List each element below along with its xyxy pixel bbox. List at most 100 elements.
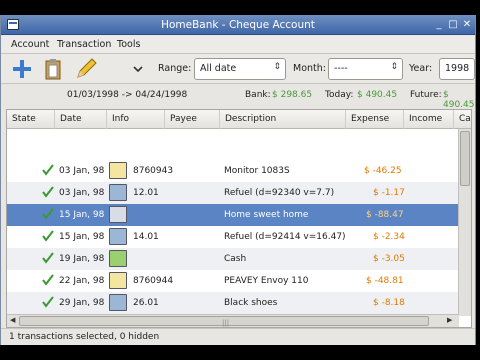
checkmark-icon bbox=[42, 208, 54, 220]
row-info: 26.01 bbox=[133, 298, 159, 308]
row-description: Home sweet home bbox=[224, 210, 309, 220]
window-title: HomeBank - Cheque Account bbox=[161, 19, 315, 31]
cash-icon bbox=[109, 250, 127, 267]
cheque-icon bbox=[109, 162, 127, 179]
row-description: Refuel (d=92340 v=7.7) bbox=[224, 188, 335, 198]
table-row[interactable]: 03 Jan, 98 8760943 Monitor 1083S $ -46.2… bbox=[7, 160, 471, 182]
table-row[interactable]: 03 Jan, 98 12.01 Refuel (d=92340 v=7.7) … bbox=[7, 182, 471, 204]
card-icon bbox=[109, 228, 127, 245]
month-value: ---- bbox=[334, 63, 348, 74]
row-info: 8760943 bbox=[133, 166, 174, 176]
today-value: $ 490.45 bbox=[357, 90, 398, 100]
menu-tools[interactable]: Tools bbox=[117, 39, 140, 50]
year-value: 1998 bbox=[445, 63, 470, 74]
title-bar[interactable]: HomeBank - Cheque Account _ □ ✕ bbox=[1, 15, 475, 35]
range-label: Range: bbox=[158, 63, 192, 74]
row-info: 14.01 bbox=[133, 232, 159, 242]
row-description: Monitor 1083S bbox=[224, 166, 290, 176]
month-label: Month: bbox=[293, 63, 326, 74]
table-row[interactable]: 29 Jan, 98 26.01 Black shoes $ -8.18 Cl bbox=[7, 292, 469, 314]
column-state[interactable]: State bbox=[7, 110, 55, 129]
row-description: Black shoes bbox=[224, 298, 278, 308]
clipboard-icon[interactable] bbox=[41, 57, 67, 81]
scroll-left-icon[interactable]: ◀ bbox=[10, 316, 15, 324]
spin-arrows-icon: ⇕ bbox=[273, 62, 281, 72]
spin-arrows-icon: ⇕ bbox=[390, 62, 398, 72]
row-date: 29 Jan, 98 bbox=[59, 298, 105, 308]
pencil-icon[interactable] bbox=[73, 57, 99, 81]
card-icon bbox=[109, 294, 127, 311]
horizontal-scroll-thumb[interactable]: ||| bbox=[19, 316, 429, 327]
summary-bar: 01/03/1998 -> 04/24/1998 Bank: $ 298.65 … bbox=[1, 85, 475, 110]
checkmark-icon bbox=[42, 186, 54, 198]
vertical-scrollbar[interactable] bbox=[458, 129, 471, 316]
row-date: 15 Jan, 98 bbox=[59, 210, 105, 220]
future-label: Future: bbox=[410, 90, 442, 100]
column-category[interactable]: Ca bbox=[454, 110, 471, 129]
checkmark-icon bbox=[42, 252, 54, 264]
cheque-icon bbox=[109, 272, 127, 289]
row-info: 8760944 bbox=[133, 276, 174, 286]
year-label: Year: bbox=[409, 63, 433, 74]
column-payee[interactable]: Payee bbox=[165, 110, 220, 129]
row-date: 15 Jan, 98 bbox=[59, 232, 105, 242]
row-expense: $ -2.34 bbox=[373, 232, 405, 242]
close-icon[interactable]: ✕ bbox=[461, 19, 473, 31]
transfer-icon bbox=[109, 206, 127, 223]
today-label: Today: bbox=[325, 90, 354, 100]
checkmark-icon bbox=[42, 164, 54, 176]
checkmark-icon bbox=[42, 274, 54, 286]
checkmark-icon bbox=[42, 296, 54, 308]
column-description[interactable]: Description bbox=[220, 110, 346, 129]
row-expense: $ -48.81 bbox=[366, 276, 404, 286]
chevron-down-icon[interactable] bbox=[125, 57, 151, 81]
table-row[interactable]: 19 Jan, 98 Cash $ -3.05 Ca bbox=[7, 248, 471, 270]
table-row[interactable]: 15 Jan, 98 14.01 Refuel (d=92414 v=16.47… bbox=[7, 226, 471, 248]
minimize-icon[interactable]: _ bbox=[433, 19, 445, 31]
column-header: State Date Info Payee Description Expens… bbox=[7, 110, 471, 129]
row-date: 22 Jan, 98 bbox=[59, 276, 105, 286]
scroll-right-icon[interactable]: ▶ bbox=[447, 316, 452, 324]
vertical-scroll-thumb[interactable] bbox=[460, 131, 470, 186]
row-expense: $ -8.18 bbox=[373, 298, 405, 308]
transaction-list[interactable]: State Date Info Payee Description Expens… bbox=[6, 109, 472, 328]
maximize-icon[interactable]: □ bbox=[447, 19, 459, 31]
range-select[interactable]: All date ⇕ bbox=[194, 58, 286, 80]
row-description: PEAVEY Envoy 110 bbox=[224, 276, 309, 286]
bank-value: $ 298.65 bbox=[272, 90, 313, 100]
row-expense: $ -3.05 bbox=[373, 254, 405, 264]
column-date[interactable]: Date bbox=[55, 110, 107, 129]
row-description: Refuel (d=92414 v=16.47) bbox=[224, 232, 346, 242]
row-expense: $ -1.17 bbox=[373, 188, 405, 198]
column-expense[interactable]: Expense bbox=[346, 110, 404, 129]
year-spinner[interactable]: 1998 bbox=[439, 58, 475, 80]
menu-transaction[interactable]: Transaction bbox=[57, 39, 111, 50]
toolbar: Range: All date ⇕ Month: ---- ⇕ Year: 19… bbox=[1, 54, 475, 84]
card-icon bbox=[109, 184, 127, 201]
bank-label: Bank: bbox=[245, 90, 271, 100]
row-description: Cash bbox=[224, 254, 247, 264]
add-icon[interactable] bbox=[9, 57, 35, 81]
menu-bar: Account Transaction Tools bbox=[1, 36, 475, 54]
column-income[interactable]: Income bbox=[404, 110, 454, 129]
row-date: 03 Jan, 98 bbox=[59, 188, 105, 198]
row-date: 03 Jan, 98 bbox=[59, 166, 105, 176]
month-select[interactable]: ---- ⇕ bbox=[328, 58, 403, 80]
menu-account[interactable]: Account bbox=[11, 39, 49, 50]
status-text: 1 transactions selected, 0 hidden bbox=[9, 332, 160, 342]
future-value: $ 490.45 bbox=[443, 90, 475, 110]
main-window: HomeBank - Cheque Account _ □ ✕ Account … bbox=[0, 15, 476, 345]
date-range: 01/03/1998 -> 04/24/1998 bbox=[67, 90, 188, 100]
range-value: All date bbox=[200, 63, 237, 74]
table-row[interactable]: 22 Jan, 98 8760944 PEAVEY Envoy 110 $ -4… bbox=[7, 270, 471, 292]
checkmark-icon bbox=[42, 230, 54, 242]
row-expense: $ -46.25 bbox=[364, 166, 402, 176]
status-bar: 1 transactions selected, 0 hidden bbox=[1, 328, 475, 345]
column-info[interactable]: Info bbox=[107, 110, 165, 129]
row-date: 19 Jan, 98 bbox=[59, 254, 105, 264]
horizontal-scrollbar[interactable]: ◀ ||| ▶ bbox=[7, 314, 459, 327]
grip-icon: ||| bbox=[222, 319, 230, 327]
table-row-selected[interactable]: 15 Jan, 98 Home sweet home $ -88.47 Re bbox=[7, 204, 471, 226]
row-expense: $ -88.47 bbox=[366, 210, 404, 220]
row-info: 12.01 bbox=[133, 188, 159, 198]
